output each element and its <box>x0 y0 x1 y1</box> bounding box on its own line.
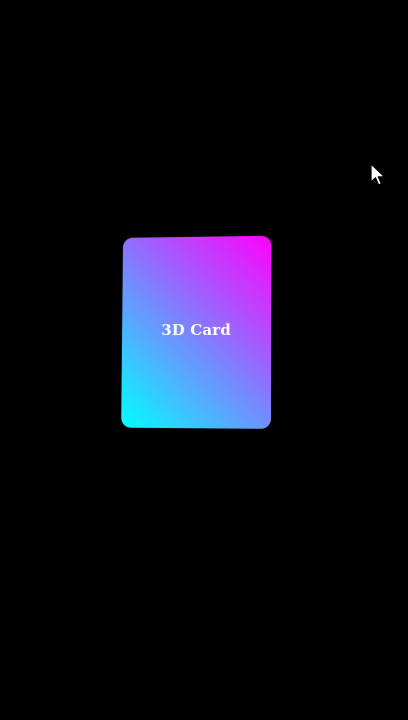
card-label: 3D Card <box>161 320 232 340</box>
stage: 3D Card <box>0 0 408 720</box>
mouse-pointer-icon <box>370 163 386 186</box>
3d-card[interactable]: 3D Card <box>121 235 272 429</box>
